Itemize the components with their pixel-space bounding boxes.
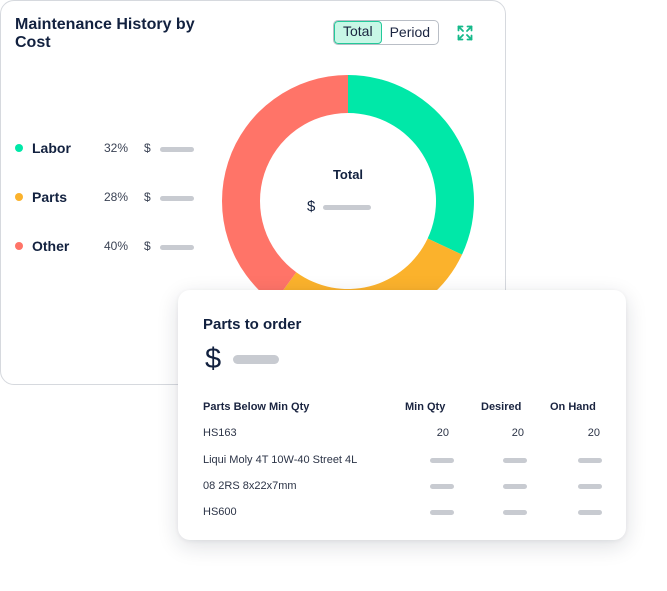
column-header-part-name: Parts Below Min Qty xyxy=(203,401,310,413)
table-cell-placeholder xyxy=(430,458,454,463)
legend-label: Other xyxy=(32,238,70,254)
legend-dot-parts xyxy=(15,193,23,201)
column-header-min-qty: Min Qty xyxy=(405,401,446,413)
table-cell-placeholder xyxy=(503,484,527,489)
table-cell-placeholder xyxy=(503,510,527,515)
legend-percent: 40% xyxy=(104,239,129,253)
value-placeholder xyxy=(160,147,194,152)
expand-arrows-icon[interactable] xyxy=(457,25,473,41)
legend-label: Labor xyxy=(32,140,71,156)
legend-currency: $ xyxy=(144,190,151,204)
total-period-toggle[interactable]: Total Period xyxy=(333,20,440,45)
table-row-part-name: Liqui Moly 4T 10W-40 Street 4L xyxy=(203,454,358,466)
column-header-on-hand: On Hand xyxy=(550,401,596,413)
parts-to-order-card: Parts to order $ Parts Below Min Qty Min… xyxy=(178,290,626,540)
table-row-part-name: 08 2RS 8x22x7mm xyxy=(203,480,297,492)
table-cell-placeholder xyxy=(430,484,454,489)
legend-percent: 32% xyxy=(104,141,129,155)
value-placeholder xyxy=(160,245,194,250)
parts-to-order-title: Parts to order xyxy=(203,316,302,333)
legend-item-labor: Labor 32% $ xyxy=(15,138,205,158)
donut-slice-labor xyxy=(348,75,474,255)
table-cell-placeholder xyxy=(430,510,454,515)
table-cell-placeholder xyxy=(578,458,602,463)
table-cell-placeholder xyxy=(578,484,602,489)
column-header-desired: Desired xyxy=(481,401,522,413)
legend-dot-labor xyxy=(15,144,23,152)
legend-item-parts: Parts 28% $ xyxy=(15,187,205,207)
toggle-total-option[interactable]: Total xyxy=(334,21,382,44)
table-row-part-name: HS163 xyxy=(203,427,237,439)
table-row-part-name: HS600 xyxy=(203,506,237,518)
legend-item-other: Other 40% $ xyxy=(15,236,205,256)
value-placeholder xyxy=(160,196,194,201)
table-cell-placeholder xyxy=(503,458,527,463)
parts-total-placeholder xyxy=(233,355,279,364)
toggle-period-option[interactable]: Period xyxy=(382,21,438,44)
legend-currency: $ xyxy=(144,141,151,155)
legend-dot-other xyxy=(15,242,23,250)
donut-slice-other xyxy=(222,75,348,303)
table-cell-placeholder xyxy=(578,510,602,515)
legend-percent: 28% xyxy=(104,190,129,204)
legend-label: Parts xyxy=(32,189,68,205)
parts-total-currency: $ xyxy=(205,343,222,375)
donut-center-label: Total xyxy=(332,167,364,182)
donut-center-currency: $ xyxy=(307,198,316,215)
table-cell-on-hand: 20 xyxy=(587,427,600,439)
table-cell-min-qty: 20 xyxy=(436,427,449,439)
legend-currency: $ xyxy=(144,239,151,253)
donut-value-placeholder xyxy=(323,205,371,210)
table-cell-desired: 20 xyxy=(511,427,524,439)
maintenance-history-title: Maintenance History by Cost xyxy=(15,16,195,51)
